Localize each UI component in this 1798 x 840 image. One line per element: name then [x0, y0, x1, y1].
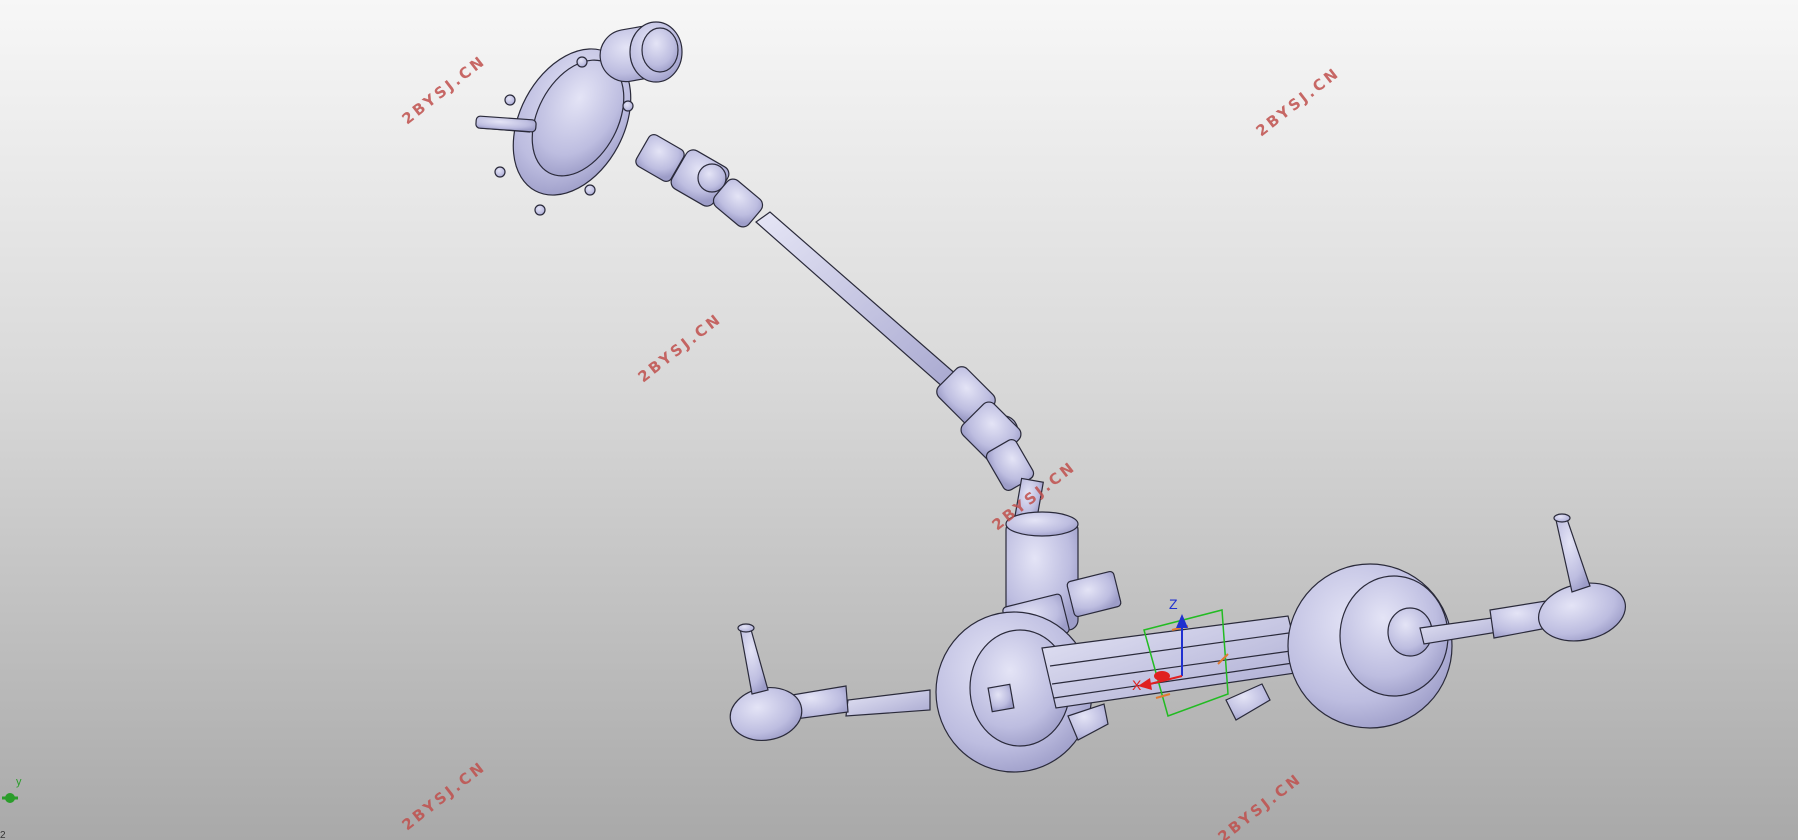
steering-motor-housing[interactable] [475, 21, 683, 216]
axis-triad[interactable]: y [0, 776, 40, 814]
corner-text: 2 [0, 830, 6, 840]
right-rack-boot[interactable] [1287, 563, 1453, 729]
intermediate-shaft[interactable] [755, 211, 959, 389]
z-axis-label: Z [1169, 596, 1178, 612]
triad-y-label: y [16, 776, 22, 788]
compass-origin [1154, 671, 1170, 681]
left-tie-rod[interactable] [726, 623, 931, 746]
3d-viewport[interactable]: Z X 2BYSJ.CN 2BYSJ.CN 2BYSJ.CN 2BYSJ.CN … [0, 0, 1798, 840]
right-tie-rod[interactable] [1419, 513, 1631, 649]
triad-icon [2, 793, 18, 803]
upper-universal-joint[interactable] [634, 132, 766, 230]
x-axis-label: X [1132, 677, 1142, 693]
steering-assembly-model[interactable]: Z X [0, 0, 1798, 840]
